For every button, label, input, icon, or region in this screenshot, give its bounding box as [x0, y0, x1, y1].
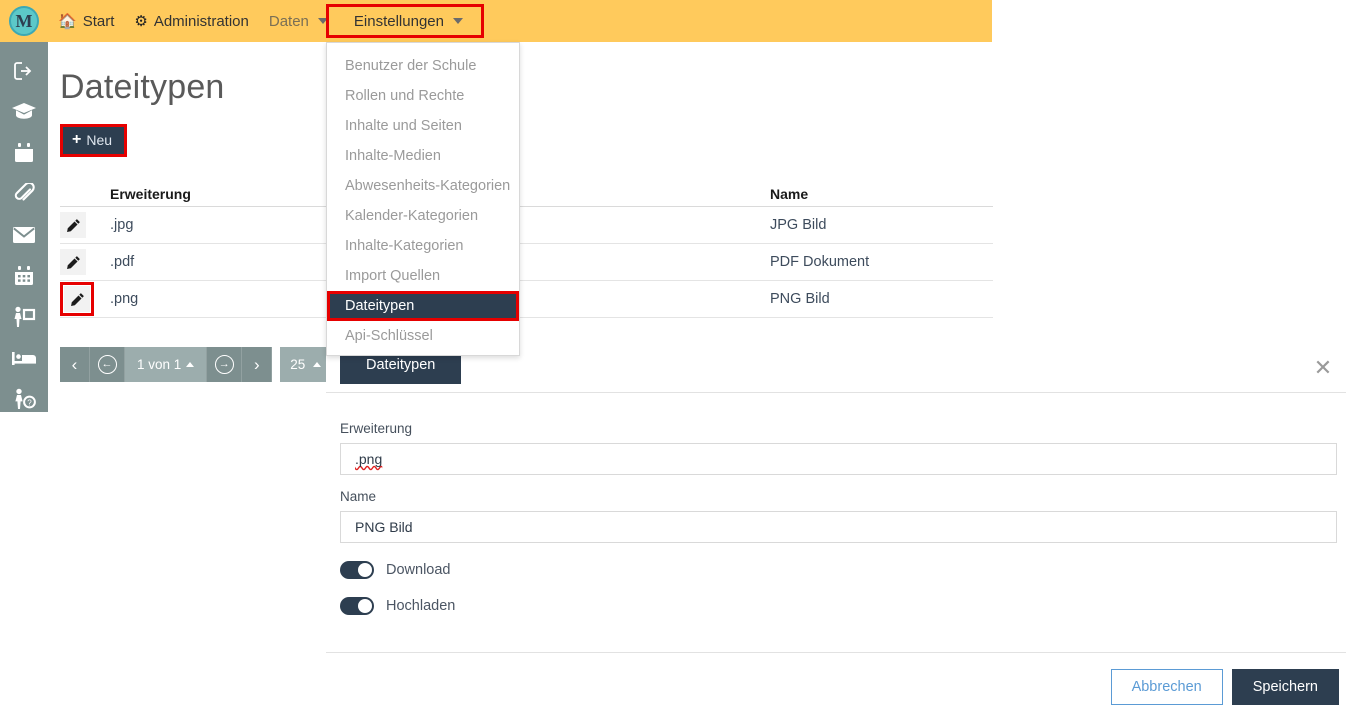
calendar-icon[interactable]	[9, 140, 39, 166]
erweiterung-input-value: .png	[355, 451, 383, 467]
home-icon: 🏠	[58, 12, 77, 30]
edit-row-button[interactable]	[64, 286, 90, 312]
menu-item-rollen-und-rechte[interactable]: Rollen und Rechte	[327, 81, 519, 111]
new-button-highlight-box: + Neu	[60, 124, 128, 157]
chevron-up-icon	[313, 362, 322, 367]
envelope-icon[interactable]	[9, 222, 39, 248]
save-button[interactable]: Speichern	[1231, 669, 1339, 705]
pagination-last-button[interactable]: ›	[242, 347, 273, 382]
calendar-grid-icon[interactable]	[9, 263, 39, 289]
cancel-button[interactable]: Abbrechen	[1110, 669, 1223, 705]
edit-row-button[interactable]	[60, 249, 86, 275]
table-cell-actions	[60, 249, 110, 275]
new-button[interactable]: + Neu	[63, 127, 125, 154]
pagination-bar: ‹ ← 1 von 1 → › 25	[60, 347, 332, 382]
table-cell-name: PDF Dokument	[770, 254, 870, 270]
nav-item-daten-label: Daten	[268, 12, 309, 30]
table-row[interactable]: .jpg JPG Bild	[60, 207, 993, 244]
toggle-knob	[358, 599, 372, 613]
table-row-spacer	[60, 318, 993, 338]
table-header-name: Name	[770, 186, 809, 202]
chevron-up-icon	[186, 362, 195, 367]
nav-item-einstellungen[interactable]: Einstellungen	[344, 9, 473, 34]
nav-item-daten[interactable]: Daten	[259, 9, 338, 34]
edit-row-highlight-box	[60, 282, 94, 316]
menu-item-benutzer-der-schule[interactable]: Benutzer der Schule	[327, 51, 519, 81]
pagination-page-label: 1 von 1	[137, 357, 182, 372]
pagination-prev-button[interactable]: ←	[90, 347, 125, 382]
hochladen-toggle[interactable]	[340, 597, 374, 615]
panel-footer: Abbrechen Speichern	[1110, 669, 1339, 705]
hochladen-toggle-label: Hochladen	[386, 598, 456, 614]
menu-item-dateitypen[interactable]: Dateitypen	[327, 291, 519, 321]
menu-item-inhalte-medien[interactable]: Inhalte-Medien	[327, 141, 519, 171]
menu-item-kalender-kategorien[interactable]: Kalender-Kategorien	[327, 201, 519, 231]
download-toggle-label: Download	[386, 562, 451, 578]
pagination-first-button[interactable]: ‹	[60, 347, 90, 382]
arrow-right-circle-icon: →	[214, 355, 234, 374]
field-label-name: Name	[340, 489, 377, 504]
menu-item-abwesenheits-kategorien[interactable]: Abwesenheits-Kategorien	[327, 171, 519, 201]
menu-item-api-schluessel[interactable]: Api-Schlüssel	[327, 321, 519, 351]
nav-item-administration-label: Administration	[153, 12, 249, 30]
left-sidebar: ?	[0, 42, 48, 412]
detail-panel: Dateitypen ✕ Erweiterung .png Name PNG B…	[326, 344, 1346, 714]
menu-item-import-quellen[interactable]: Import Quellen	[327, 261, 519, 291]
svg-text:?: ?	[27, 398, 32, 407]
name-input[interactable]: PNG Bild	[340, 511, 1337, 543]
plus-icon: +	[72, 131, 82, 148]
table-row[interactable]: .png PNG Bild	[60, 281, 993, 318]
gear-icon: ⚙	[134, 12, 148, 30]
paperclip-icon[interactable]	[9, 181, 39, 207]
person-question-icon[interactable]: ?	[9, 386, 39, 412]
nav-item-einstellungen-label: Einstellungen	[353, 12, 444, 30]
toggle-knob	[358, 563, 372, 577]
close-icon[interactable]: ✕	[1311, 355, 1335, 380]
app-window: M 🏠 Start ⚙ Administration Daten Einstel…	[0, 0, 1346, 714]
pencil-icon	[66, 255, 80, 269]
pagination-page-size-value: 25	[290, 357, 306, 372]
nav-item-administration[interactable]: ⚙ Administration	[124, 9, 259, 34]
name-input-value: PNG Bild	[355, 519, 413, 535]
arrow-left-circle-icon: ←	[97, 355, 117, 374]
table-cell-name: PNG Bild	[770, 291, 830, 307]
pagination-page-indicator[interactable]: 1 von 1	[125, 347, 208, 382]
bed-icon[interactable]	[9, 345, 39, 371]
graduation-cap-icon[interactable]	[9, 99, 39, 125]
menu-item-inhalte-kategorien[interactable]: Inhalte-Kategorien	[327, 231, 519, 261]
nav-item-start[interactable]: 🏠 Start	[48, 9, 124, 34]
edit-row-button[interactable]	[60, 212, 86, 238]
download-toggle[interactable]	[340, 561, 374, 579]
field-label-erweiterung: Erweiterung	[340, 421, 413, 436]
table-header-row: Erweiterung Name	[60, 175, 993, 207]
table-cell-actions	[60, 212, 110, 238]
circle-m-logo: M	[9, 6, 39, 36]
pagination-page-size-selector[interactable]: 25	[280, 347, 332, 382]
nav-item-start-label: Start	[82, 12, 115, 30]
new-button-label: Neu	[86, 132, 113, 148]
detail-panel-body: Erweiterung .png Name PNG Bild Download …	[326, 393, 1346, 615]
page-title: Dateitypen	[60, 68, 225, 106]
table-cell-name: JPG Bild	[770, 217, 827, 233]
erweiterung-input[interactable]: .png	[340, 443, 1337, 475]
menu-item-inhalte-und-seiten[interactable]: Inhalte und Seiten	[327, 111, 519, 141]
app-logo[interactable]: M	[0, 0, 48, 42]
pencil-icon	[70, 292, 84, 306]
chevron-down-icon	[452, 18, 463, 24]
chevron-down-icon	[317, 18, 328, 24]
table-cell-actions	[60, 282, 110, 316]
file-types-table: Erweiterung Name .jpg JPG Bild .pdf PDF …	[60, 175, 993, 338]
pagination-next-button[interactable]: →	[207, 347, 243, 382]
top-navigation-bar: M 🏠 Start ⚙ Administration Daten Einstel…	[0, 0, 992, 42]
toggle-row-download: Download	[340, 561, 1337, 579]
person-presentation-icon[interactable]	[9, 304, 39, 330]
toggle-row-hochladen: Hochladen	[340, 597, 1337, 615]
footer-divider	[326, 652, 1346, 653]
pencil-icon	[66, 218, 80, 232]
table-row[interactable]: .pdf PDF Dokument	[60, 244, 993, 281]
einstellungen-dropdown-menu: Benutzer der Schule Rollen und Rechte In…	[326, 42, 520, 356]
logout-icon[interactable]	[9, 58, 39, 84]
